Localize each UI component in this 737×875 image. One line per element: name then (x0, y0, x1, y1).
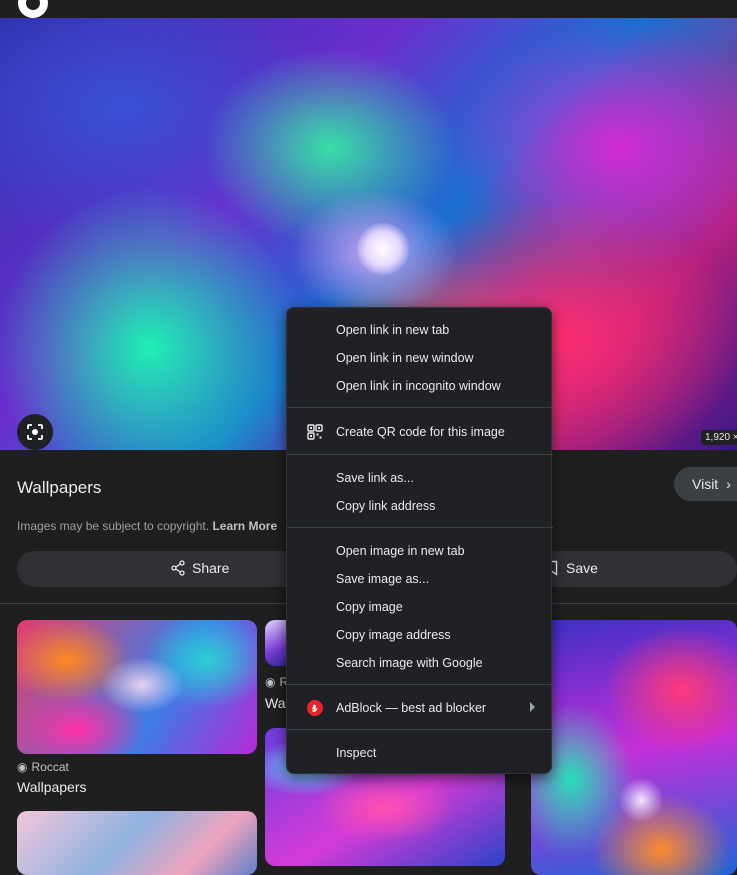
related-source-label: Roccat (31, 760, 69, 774)
menu-item-open-link-incognito[interactable]: Open link in incognito window (287, 372, 553, 400)
menu-item-label: Open link in new tab (336, 323, 450, 337)
menu-item-inspect[interactable]: Inspect (287, 739, 553, 767)
roccat-favicon-icon: ◉ (265, 675, 276, 689)
lens-search-button[interactable] (17, 414, 53, 450)
top-bar (0, 0, 737, 18)
menu-item-open-image-new-tab[interactable]: Open image in new tab (287, 537, 553, 565)
save-button[interactable]: Save (546, 560, 598, 576)
share-icon (171, 560, 185, 576)
copyright-text: Images may be subject to copyright. (17, 519, 210, 533)
menu-item-label: Save link as... (336, 471, 414, 485)
menu-item-open-link-new-tab[interactable]: Open link in new tab (287, 316, 553, 344)
share-label: Share (192, 560, 230, 576)
adblock-icon (307, 700, 323, 716)
menu-item-label: Copy image (336, 600, 403, 614)
menu-item-search-image-google[interactable]: Search image with Google (287, 649, 553, 677)
share-button[interactable]: Share (170, 560, 229, 576)
menu-item-save-image-as[interactable]: Save image as... (287, 565, 553, 593)
lens-icon (27, 424, 43, 440)
menu-separator (287, 729, 553, 730)
menu-item-copy-link-address[interactable]: Copy link address (287, 492, 553, 520)
menu-item-label: Save image as... (336, 572, 430, 586)
menu-separator (287, 454, 553, 455)
visit-button[interactable]: Visit › (674, 467, 737, 501)
related-source-1[interactable]: ◉ Roccat (17, 760, 69, 774)
google-logo-icon[interactable] (18, 0, 48, 18)
menu-item-label: Open link in new window (336, 351, 474, 365)
result-title: Wallpapers (17, 478, 102, 497)
menu-item-adblock[interactable]: AdBlock — best ad blocker (287, 694, 553, 722)
menu-separator (287, 407, 553, 408)
menu-item-open-link-new-window[interactable]: Open link in new window (287, 344, 553, 372)
related-image-5[interactable] (531, 620, 737, 875)
roccat-emblem-icon (357, 223, 409, 275)
learn-more-link[interactable]: Learn More (212, 519, 277, 533)
image-dimensions: 1,920 × (701, 430, 737, 445)
context-menu: Open link in new tab Open link in new wi… (286, 307, 553, 774)
menu-item-label: Copy link address (336, 499, 436, 513)
menu-item-create-qr-code[interactable]: Create QR code for this image (287, 418, 553, 446)
menu-item-label: Open link in incognito window (336, 379, 501, 393)
menu-separator (287, 684, 553, 685)
menu-item-label: Create QR code for this image (336, 425, 505, 439)
roccat-favicon-icon: ◉ (17, 760, 28, 774)
related-title-2[interactable]: Wa (265, 695, 285, 711)
menu-item-copy-image[interactable]: Copy image (287, 593, 553, 621)
related-image-1[interactable] (17, 620, 257, 754)
menu-item-label: Open image in new tab (336, 544, 465, 558)
visit-label: Visit (692, 476, 719, 492)
related-title-1[interactable]: Wallpapers (17, 779, 87, 795)
qr-code-icon (307, 424, 323, 440)
menu-separator (287, 527, 553, 528)
save-label: Save (566, 560, 598, 576)
menu-item-label: Copy image address (336, 628, 451, 642)
chevron-right-icon: › (726, 476, 731, 492)
menu-item-copy-image-address[interactable]: Copy image address (287, 621, 553, 649)
related-image-4[interactable] (17, 811, 257, 875)
menu-item-label: Inspect (336, 746, 377, 760)
copyright-notice: Images may be subject to copyright. Lear… (17, 519, 277, 533)
menu-item-label: Search image with Google (336, 656, 483, 670)
menu-item-save-link-as[interactable]: Save link as... (287, 464, 553, 492)
menu-item-label: AdBlock — best ad blocker (336, 701, 487, 715)
submenu-arrow-icon (530, 702, 535, 712)
related-source-2[interactable]: ◉ R (265, 675, 288, 689)
